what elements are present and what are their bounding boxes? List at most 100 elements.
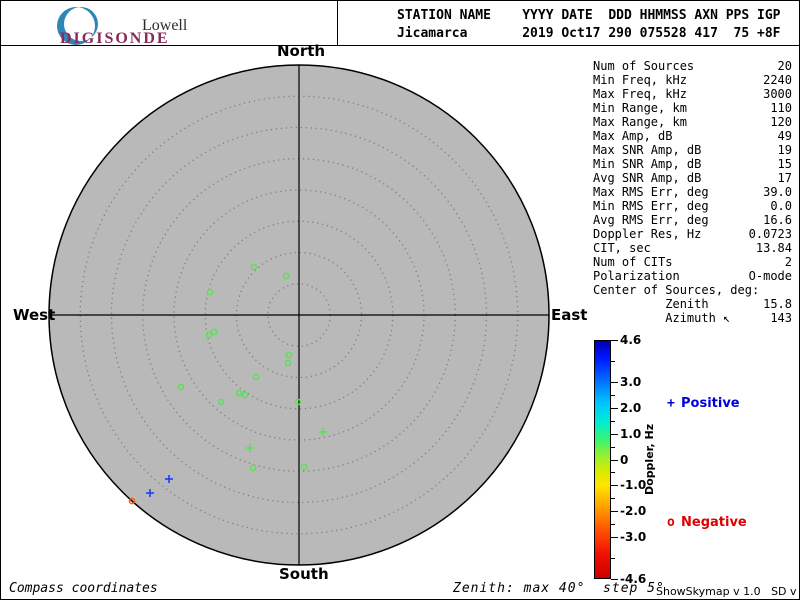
compass-label-south: South	[279, 565, 329, 583]
stat-row: Num of CITs 2	[593, 255, 792, 269]
colorbar-tick-label: 3.0	[620, 374, 642, 389]
stat-value: 13.84	[755, 241, 792, 255]
stat-label: Doppler Res, Hz	[593, 227, 702, 241]
stat-label: Polarization	[593, 269, 680, 283]
colorbar-minor-tick	[611, 472, 615, 474]
colorbar-minor-tick	[611, 558, 615, 560]
stat-value: 20	[777, 59, 792, 73]
colorbar-tick-label: 2.0	[620, 400, 642, 415]
colorbar-tick-label: -3.0	[620, 530, 647, 545]
stat-label: Max RMS Err, deg	[593, 185, 709, 199]
stat-value: 2240	[763, 73, 792, 87]
stat-row: Max SNR Amp, dB 19	[593, 143, 792, 157]
stat-label: Center of Sources, deg:	[593, 283, 760, 297]
stat-row: Max Range, km 120	[593, 115, 792, 129]
legend-negative: o Negative	[667, 515, 747, 530]
colorbar-minor-tick	[611, 446, 615, 448]
stat-label: Min Range, km	[593, 101, 687, 115]
stat-row: Min Range, km 110	[593, 101, 792, 115]
stat-row: Num of Sources 20	[593, 59, 792, 73]
colorbar-major-tick	[611, 485, 618, 487]
stat-value: 0.0723	[748, 227, 792, 241]
stat-value: 143	[770, 311, 792, 325]
station-header-columns: STATION NAME YYYY DATE DDD HHMMSS AXN PP…	[397, 8, 781, 23]
circle-marker-icon: o	[667, 515, 675, 530]
stat-label: Min Freq, kHz	[593, 73, 687, 87]
stat-value: 16.6	[763, 213, 792, 227]
stat-row: Max Amp, dB 49	[593, 129, 792, 143]
stat-row: Avg SNR Amp, dB 17	[593, 171, 792, 185]
stat-label: Min SNR Amp, dB	[593, 157, 702, 171]
colorbar-major-tick	[611, 537, 618, 539]
colorbar-major-tick	[611, 407, 618, 409]
stat-label: Max Range, km	[593, 115, 687, 129]
stat-label: Zenith	[593, 297, 709, 311]
colorbar-major-tick	[611, 340, 618, 341]
stat-value: 120	[770, 115, 792, 129]
stat-value: 15.8	[763, 297, 792, 311]
stat-value: 0.0	[770, 199, 792, 213]
stat-label: Max Amp, dB	[593, 129, 673, 143]
colorbar-minor-tick	[611, 420, 615, 422]
stat-value: 110	[770, 101, 792, 115]
stat-row: Doppler Res, Hz 0.0723	[593, 227, 792, 241]
stat-row: Center of Sources, deg:	[593, 283, 792, 297]
legend-positive: + Positive	[667, 396, 740, 411]
stat-row: Min SNR Amp, dB 15	[593, 157, 792, 171]
stat-value: 19	[777, 143, 792, 157]
stat-value: 17	[777, 171, 792, 185]
station-header-values: Jicamarca 2019 Oct17 290 075528 417 75 +…	[397, 26, 781, 41]
stat-row: CIT, sec 13.84	[593, 241, 792, 255]
showskymap-window: Lowell DIGISONDE STATION NAME YYYY DATE …	[0, 0, 800, 600]
stat-label: Avg RMS Err, deg	[593, 213, 709, 227]
stat-value: 3000	[763, 87, 792, 101]
stat-row: Max RMS Err, deg 39.0	[593, 185, 792, 199]
colorbar-major-tick	[611, 579, 618, 580]
stat-label: Azimuth ↖	[593, 311, 731, 325]
version-note: ShowSkymap v 1.0 SD v 4.2	[656, 585, 797, 598]
colorbar-major-tick	[611, 381, 618, 383]
stat-label: Avg SNR Amp, dB	[593, 171, 702, 185]
compass-label-east: East	[551, 306, 588, 324]
legend-negative-label: Negative	[681, 515, 747, 530]
colorbar-major-tick	[611, 459, 618, 461]
colorbar-minor-tick	[611, 360, 615, 362]
stat-label: Max SNR Amp, dB	[593, 143, 702, 157]
stat-label: Min RMS Err, deg	[593, 199, 709, 213]
colorbar-tick-label: 4.6	[620, 333, 642, 347]
stats-panel: Num of Sources 20 Min Freq, kHz 2240 Max Fre…	[593, 59, 792, 325]
colorbar-major-tick	[611, 433, 618, 435]
stat-row: Max Freq, kHz 3000	[593, 87, 792, 101]
colorbar-minor-tick	[611, 524, 615, 526]
stat-row: Azimuth ↖ 143	[593, 311, 792, 325]
stat-label: Max Freq, kHz	[593, 87, 687, 101]
compass-label-west: West	[13, 306, 56, 324]
compass-label-north: North	[277, 42, 326, 60]
stat-row: Polarization O-mode	[593, 269, 792, 283]
coordinates-note: Compass coordinates	[9, 581, 158, 596]
stat-label: CIT, sec	[593, 241, 651, 255]
colorbar-minor-tick	[611, 394, 615, 396]
stat-value: 15	[777, 157, 792, 171]
stat-label: Num of Sources	[593, 59, 695, 73]
stat-row: Zenith 15.8	[593, 297, 792, 311]
stat-value: 49	[777, 129, 792, 143]
header-left-divider	[337, 1, 338, 45]
colorbar-major-tick	[611, 511, 618, 513]
doppler-colorbar	[594, 340, 611, 579]
colorbar-tick-label: -2.0	[620, 504, 647, 519]
colorbar-tick-label: 0	[620, 452, 629, 467]
stat-row: Min RMS Err, deg 0.0	[593, 199, 792, 213]
stat-value: 2	[784, 255, 792, 269]
zenith-range-note: Zenith: max 40° step 5°	[453, 581, 665, 596]
plus-marker-icon: +	[667, 396, 675, 411]
stat-row: Avg RMS Err, deg 16.6	[593, 213, 792, 227]
stat-value: O-mode	[748, 269, 792, 283]
colorbar-minor-tick	[611, 498, 615, 500]
header-divider	[1, 45, 799, 46]
colorbar-tick-label: 1.0	[620, 426, 642, 441]
colorbar-axis-label: Doppler, Hz	[643, 423, 656, 495]
stat-row: Min Freq, kHz 2240	[593, 73, 792, 87]
digisonde-logo: Lowell DIGISONDE	[56, 4, 246, 48]
legend-positive-label: Positive	[681, 396, 740, 411]
